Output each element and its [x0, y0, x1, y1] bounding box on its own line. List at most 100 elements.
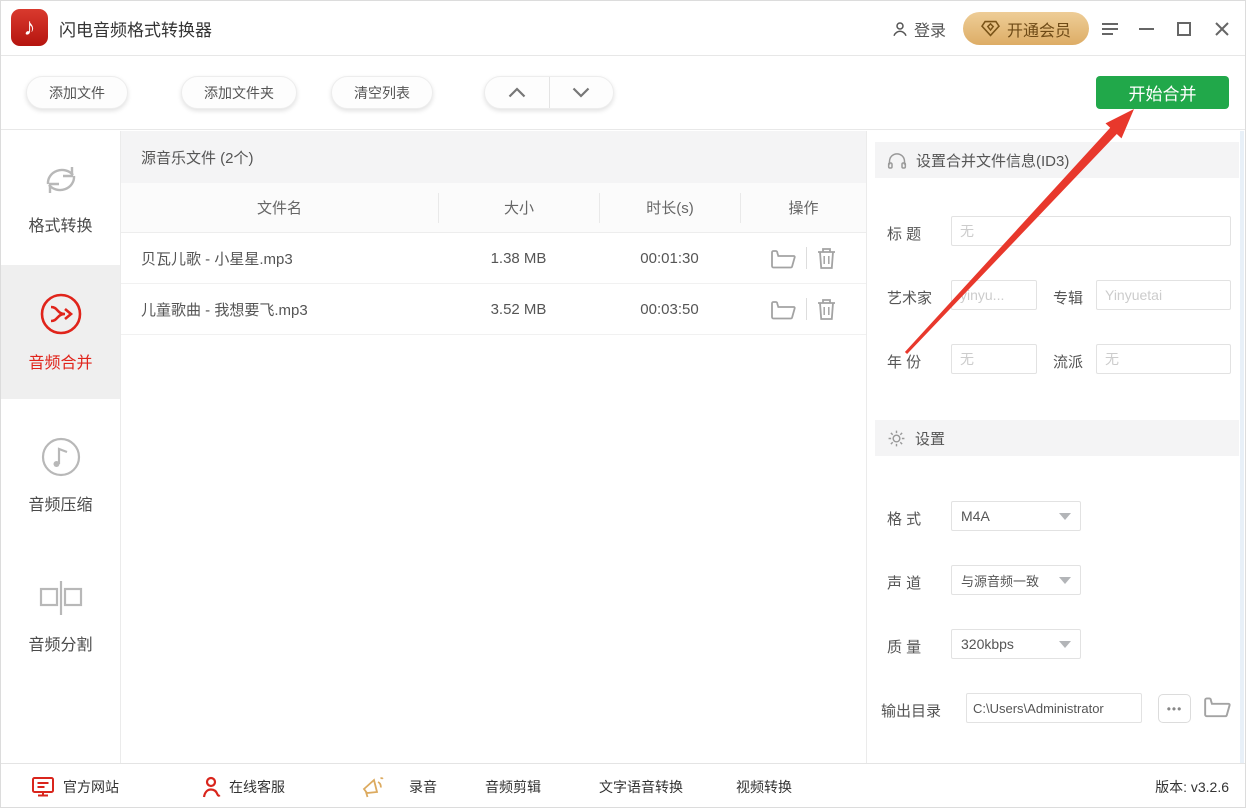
- move-up-button[interactable]: [485, 77, 550, 108]
- id3-section-header: 设置合并文件信息(ID3): [875, 142, 1239, 178]
- channel-value: 与源音频一致: [961, 573, 1040, 589]
- audio-edit-label: 音频剪辑: [485, 779, 541, 795]
- sidebar-item-label: 音频压缩: [28, 497, 93, 514]
- format-value: M4A: [961, 508, 990, 524]
- open-folder-button[interactable]: [770, 248, 796, 269]
- tts-label: 文字语音转换: [599, 779, 683, 795]
- title-field-label: 标 题: [887, 226, 922, 243]
- quality-label: 质 量: [887, 639, 922, 656]
- merge-icon: [38, 291, 84, 337]
- merge-settings-panel: 设置合并文件信息(ID3) 标 题 艺术家 专辑 年 份 流派 设置 格 式 M…: [867, 131, 1245, 763]
- channel-label: 声 道: [887, 575, 922, 592]
- app-logo-icon: ♪: [11, 9, 48, 46]
- id3-section-title: 设置合并文件信息(ID3): [916, 152, 1070, 170]
- split-icon: [37, 577, 85, 619]
- title-bar: ♪ 闪电音频格式转换器 登录 开通会员: [1, 1, 1245, 56]
- genre-field[interactable]: [1096, 344, 1231, 374]
- file-duration: 00:03:50: [640, 300, 699, 318]
- file-list-title: 源音乐文件 (2个): [121, 131, 866, 183]
- official-site-label: 官方网站: [63, 779, 119, 795]
- gem-icon: [981, 20, 1000, 37]
- clear-list-button[interactable]: 清空列表: [331, 76, 433, 109]
- megaphone-icon: [361, 776, 386, 799]
- file-name: 儿童歌曲 - 我想要飞.mp3: [141, 301, 308, 319]
- sidebar-item-audio-merge[interactable]: 音频合并: [1, 265, 120, 399]
- artist-field[interactable]: [951, 280, 1037, 310]
- scrollbar[interactable]: [1240, 131, 1244, 763]
- official-site-link[interactable]: 官方网站: [31, 764, 119, 807]
- record-label: 录音: [409, 779, 437, 795]
- sidebar: 格式转换 音频合并 音频压缩 音频分割: [1, 131, 121, 763]
- app-window: ♪ 闪电音频格式转换器 登录 开通会员 添加文件 添加文件夹 清空列表 开始合并…: [0, 0, 1246, 808]
- tts-link[interactable]: 文字语音转换: [599, 764, 683, 807]
- quality-value: 320kbps: [961, 636, 1014, 652]
- footer-bar: 官方网站 在线客服 录音 音频剪辑 文字语音转换 视频转换 版本: v3.2.6: [1, 763, 1245, 807]
- user-icon: [891, 20, 909, 38]
- year-field[interactable]: [951, 344, 1037, 374]
- sidebar-item-label: 格式转换: [28, 218, 93, 235]
- output-dir-label: 输出目录: [881, 703, 942, 720]
- sync-icon: [39, 160, 83, 200]
- file-size: 1.38 MB: [490, 249, 547, 267]
- login-label: 登录: [914, 22, 947, 40]
- album-field-label: 专辑: [1053, 290, 1084, 307]
- menu-button[interactable]: [1093, 1, 1127, 56]
- version-label: 版本: v3.2.6: [1155, 779, 1229, 795]
- maximize-button[interactable]: [1167, 1, 1201, 56]
- delete-button[interactable]: [817, 298, 836, 321]
- video-convert-link[interactable]: 视频转换: [736, 764, 792, 807]
- table-row[interactable]: 贝瓦儿歌 - 小星星.mp3 1.38 MB 00:01:30: [121, 233, 866, 284]
- chevron-down-icon: [1059, 576, 1071, 584]
- title-field[interactable]: [951, 216, 1231, 246]
- add-folder-button[interactable]: 添加文件夹: [181, 76, 297, 109]
- record-link[interactable]: 录音: [409, 764, 437, 807]
- sidebar-item-label: 音频合并: [28, 355, 93, 372]
- music-note-circle-icon: [39, 435, 83, 479]
- genre-field-label: 流派: [1053, 354, 1084, 371]
- channel-select[interactable]: 与源音频一致: [951, 565, 1081, 595]
- start-merge-button[interactable]: 开始合并: [1096, 76, 1229, 109]
- open-folder-button[interactable]: [770, 299, 796, 320]
- table-row[interactable]: 儿童歌曲 - 我想要飞.mp3 3.52 MB 00:03:50: [121, 284, 866, 335]
- sidebar-item-audio-compress[interactable]: 音频压缩: [1, 408, 120, 542]
- column-header-ops: 操作: [740, 192, 866, 223]
- online-service-label: 在线客服: [229, 779, 285, 795]
- gear-icon: [887, 429, 906, 448]
- sidebar-item-audio-split[interactable]: 音频分割: [1, 549, 120, 683]
- file-list-panel: 源音乐文件 (2个) 文件名 大小 时长(s) 操作 贝瓦儿歌 - 小星星.mp…: [121, 131, 867, 763]
- browse-button[interactable]: •••: [1158, 694, 1191, 723]
- settings-section-title: 设置: [915, 430, 946, 448]
- file-name: 贝瓦儿歌 - 小星星.mp3: [141, 250, 293, 268]
- column-header-size: 大小: [438, 192, 599, 223]
- sidebar-item-format-convert[interactable]: 格式转换: [1, 131, 120, 265]
- online-service-link[interactable]: 在线客服: [201, 764, 285, 807]
- headphones-icon: [887, 151, 907, 170]
- toolbar: 添加文件 添加文件夹 清空列表 开始合并: [1, 57, 1245, 130]
- album-field[interactable]: [1096, 280, 1231, 310]
- login-button[interactable]: 登录: [891, 1, 946, 56]
- delete-button[interactable]: [817, 247, 836, 270]
- settings-section-header: 设置: [875, 420, 1239, 456]
- format-label: 格 式: [887, 511, 922, 528]
- column-header-name: 文件名: [256, 200, 302, 217]
- format-select[interactable]: M4A: [951, 501, 1081, 531]
- minimize-button[interactable]: [1129, 1, 1163, 56]
- artist-field-label: 艺术家: [887, 290, 933, 307]
- quality-select[interactable]: 320kbps: [951, 629, 1081, 659]
- monitor-icon: [31, 776, 55, 798]
- column-header-duration: 时长(s): [599, 192, 740, 223]
- file-size: 3.52 MB: [490, 300, 547, 318]
- add-file-button[interactable]: 添加文件: [26, 76, 128, 109]
- sidebar-item-label: 音频分割: [28, 637, 93, 654]
- app-title: 闪电音频格式转换器: [59, 21, 212, 40]
- vip-button[interactable]: 开通会员: [963, 12, 1089, 45]
- chevron-down-icon: [1059, 512, 1071, 520]
- year-field-label: 年 份: [887, 354, 922, 371]
- audio-edit-link[interactable]: 音频剪辑: [485, 764, 541, 807]
- open-output-folder-button[interactable]: [1203, 695, 1231, 718]
- divider: [806, 247, 807, 269]
- output-dir-field[interactable]: [966, 693, 1142, 723]
- close-button[interactable]: [1205, 1, 1239, 56]
- divider: [806, 298, 807, 320]
- move-down-button[interactable]: [550, 77, 614, 108]
